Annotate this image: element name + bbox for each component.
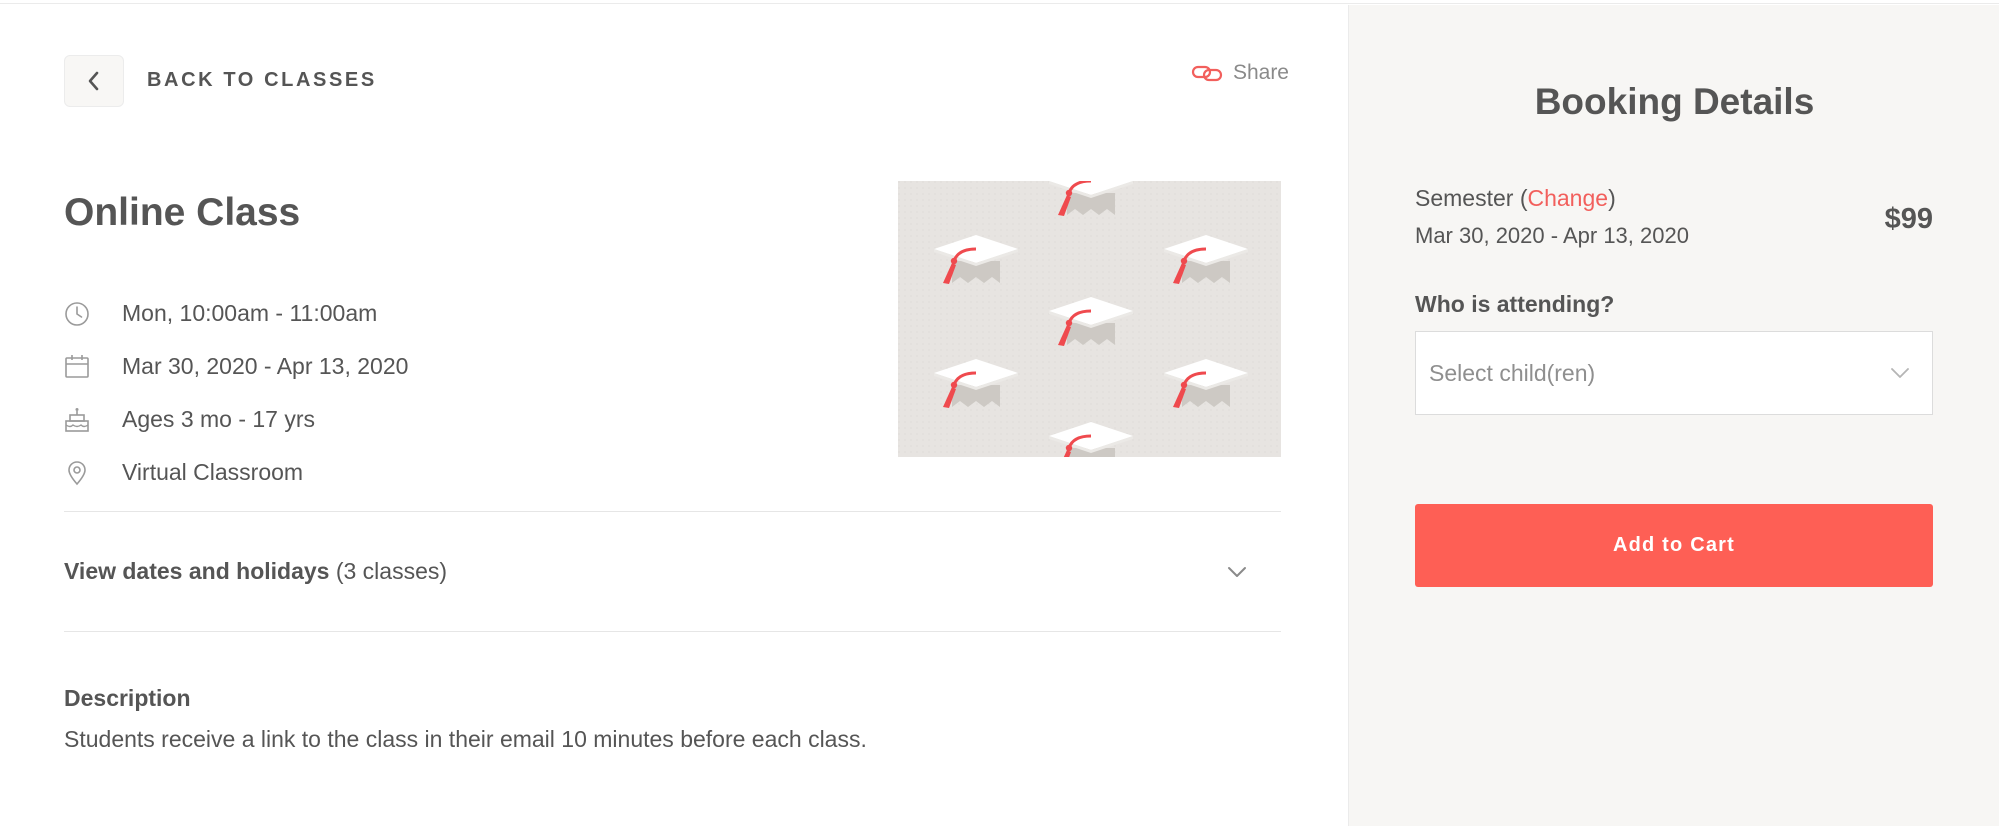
chevron-down-icon xyxy=(1228,566,1246,577)
class-title: Online Class xyxy=(64,191,301,234)
section-divider xyxy=(64,631,1281,632)
attending-label: Who is attending? xyxy=(1415,291,1615,317)
class-image xyxy=(898,181,1281,457)
date-range-text: Mar 30, 2020 - Apr 13, 2020 xyxy=(122,353,409,379)
link-icon xyxy=(1191,65,1223,82)
class-detail-panel: BACK TO CLASSES Share Online Class Mon, … xyxy=(0,5,1348,826)
change-semester-link[interactable]: Change xyxy=(1527,185,1608,211)
semester-dates: Mar 30, 2020 - Apr 13, 2020 xyxy=(1415,223,1689,248)
child-select[interactable]: Select child(ren) xyxy=(1415,331,1933,415)
view-dates-toggle[interactable]: View dates and holidays (3 classes) xyxy=(64,558,1281,585)
description-heading: Description xyxy=(64,685,191,711)
semester-label: Semester (Change) xyxy=(1415,185,1616,212)
view-dates-label-bold: View dates and holidays xyxy=(64,558,330,584)
chevron-down-icon xyxy=(1891,368,1909,378)
add-to-cart-button[interactable]: Add to Cart xyxy=(1415,504,1933,587)
top-border xyxy=(0,0,1999,4)
location-row: Virtual Classroom xyxy=(64,446,408,499)
date-range-row: Mar 30, 2020 - Apr 13, 2020 xyxy=(64,340,408,393)
location-text: Virtual Classroom xyxy=(122,459,304,485)
add-to-cart-label: Add to Cart xyxy=(1612,534,1736,556)
child-select-placeholder: Select child(ren) xyxy=(1429,359,1596,386)
schedule-text: Mon, 10:00am - 11:00am xyxy=(122,300,378,326)
chevron-left-icon xyxy=(88,71,99,91)
share-label: Share xyxy=(1232,61,1289,84)
clock-icon xyxy=(64,301,90,327)
ages-text: Ages 3 mo - 17 yrs xyxy=(122,406,316,432)
class-info-list: Mon, 10:00am - 11:00am Mar 30, 2020 - Ap… xyxy=(64,287,408,499)
back-button[interactable] xyxy=(64,55,124,107)
section-divider xyxy=(64,511,1281,512)
back-to-classes-link[interactable]: BACK TO CLASSES xyxy=(147,69,377,92)
description-text: Students receive a link to the class in … xyxy=(64,726,867,752)
share-button[interactable]: Share xyxy=(1191,61,1289,85)
price: $99 xyxy=(1884,203,1933,235)
class-count: (3 classes) xyxy=(335,558,448,584)
calendar-icon xyxy=(64,354,90,380)
booking-details-title: Booking Details xyxy=(1534,81,1815,122)
semester-label-close: ) xyxy=(1608,185,1616,211)
cake-icon xyxy=(64,407,90,433)
ages-row: Ages 3 mo - 17 yrs xyxy=(64,393,408,446)
booking-sidebar: Booking Details Semester (Change) Mar 30… xyxy=(1348,5,1999,826)
view-dates-label: View dates and holidays (3 classes) xyxy=(64,558,447,585)
schedule-row: Mon, 10:00am - 11:00am xyxy=(64,287,408,340)
semester-label-text: Semester ( xyxy=(1415,185,1528,211)
location-pin-icon xyxy=(64,460,90,486)
